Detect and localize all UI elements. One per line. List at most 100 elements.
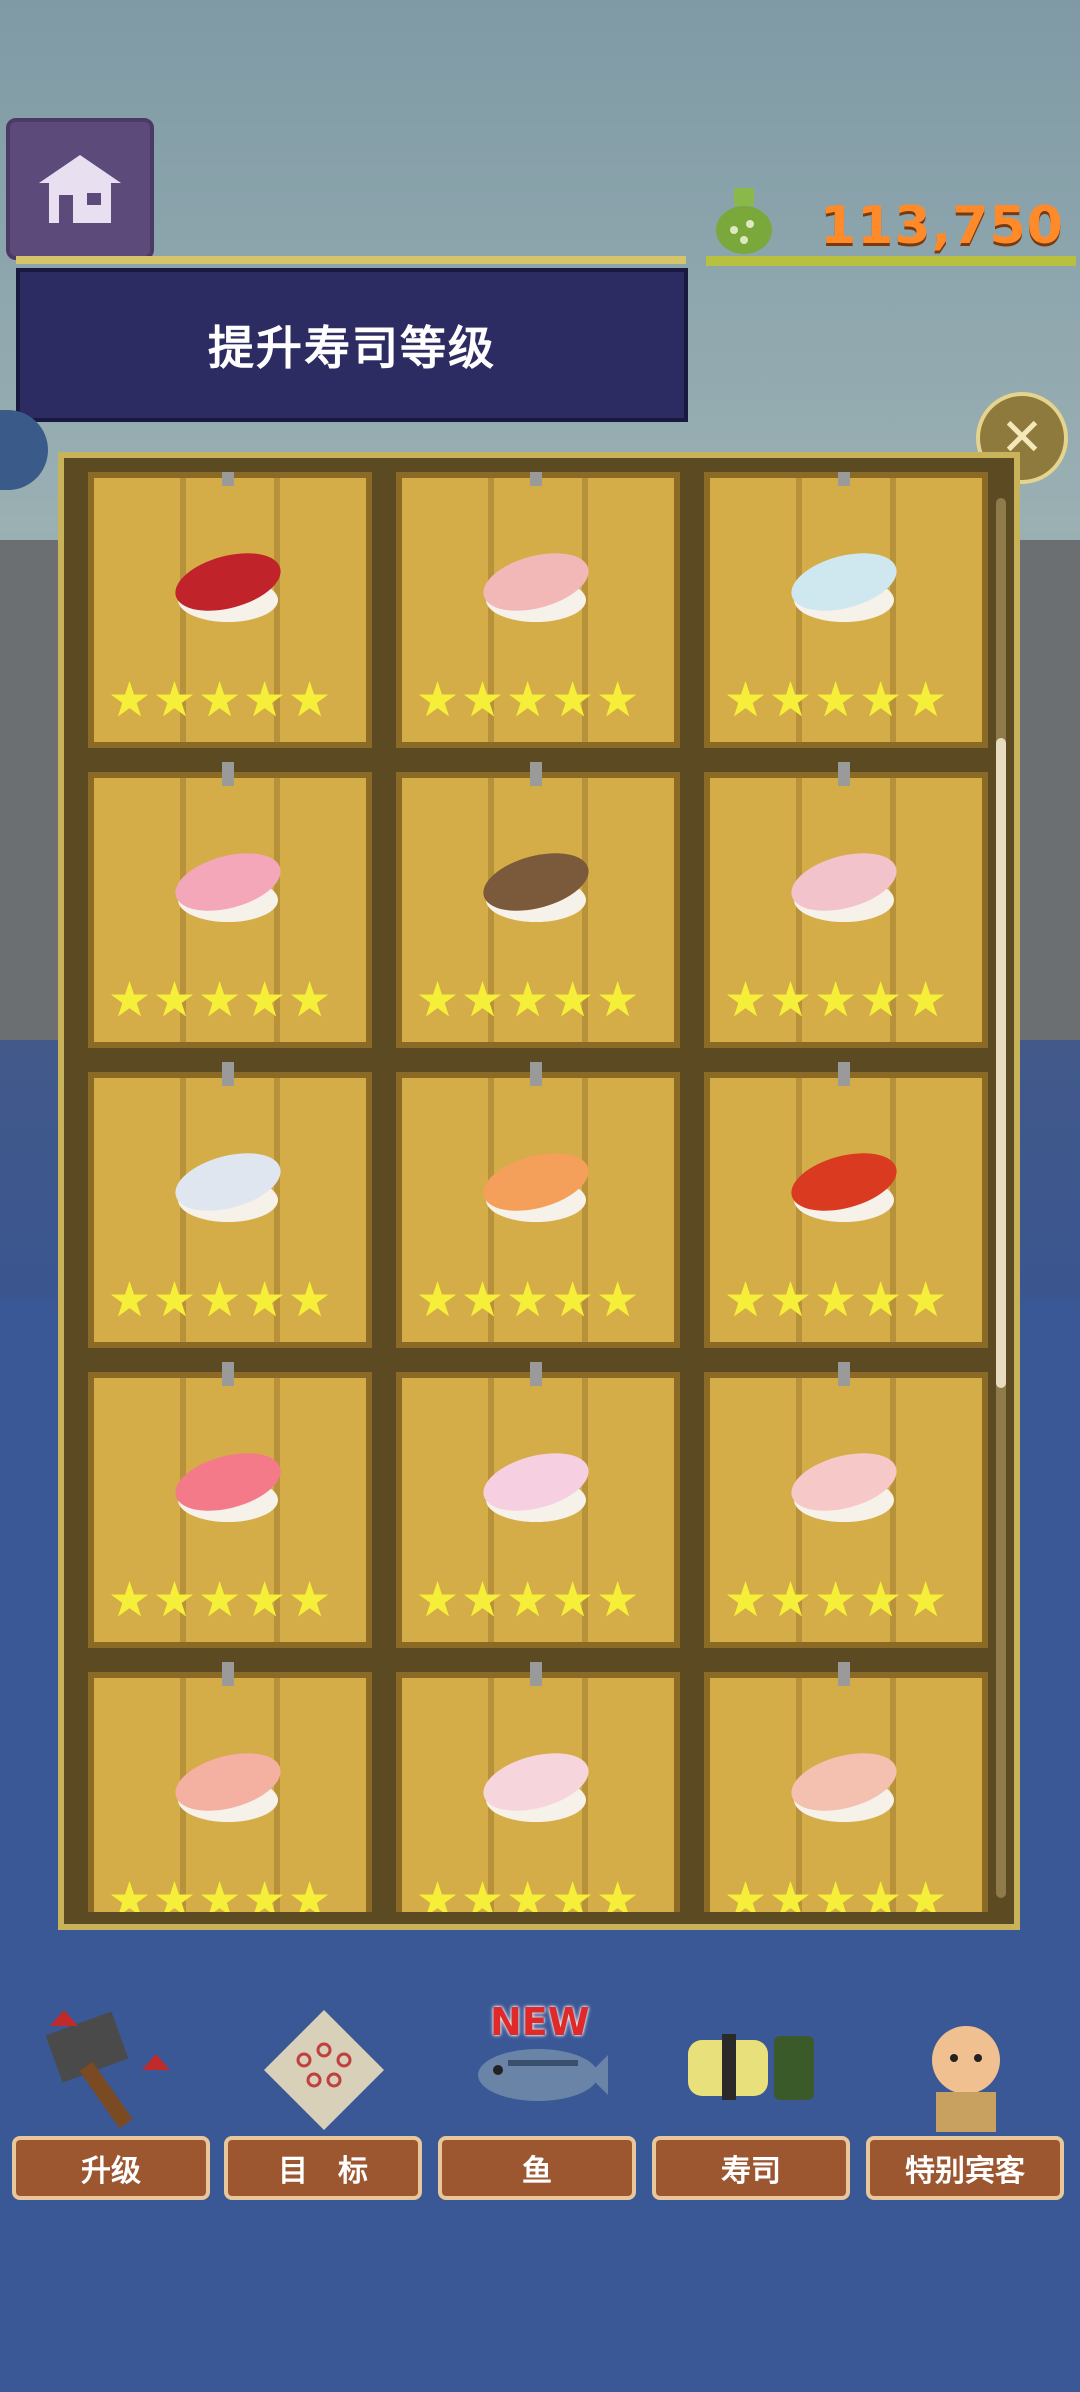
star-icon: ★ [904,972,948,1028]
star-icon: ★ [243,1572,287,1628]
star-rating: ★ ★ ★ ★ ★ [108,1276,331,1324]
target-sheet-icon [264,2010,384,2130]
guest-icon [932,2026,1000,2132]
star-icon: ★ [724,672,768,728]
card-hook [530,762,542,786]
nav-sushi[interactable]: 寿司 [652,2000,852,2200]
fish-icon [478,2049,608,2101]
star-icon: ★ [153,1272,197,1328]
star-icon: ★ [198,972,242,1028]
sushi-card-salmon-sushi[interactable]: ★ ★ ★ ★ ★ [396,1062,680,1348]
snapper-sushi-icon [791,1453,897,1522]
sushi-card-snapper-sushi[interactable]: ★ ★ ★ ★ ★ [704,1362,988,1648]
star-icon: ★ [814,1272,858,1328]
bamboo-rail [706,256,1076,266]
star-icon: ★ [198,672,242,728]
nav-guest[interactable]: 特别宾客 [866,2000,1066,2200]
star-icon: ★ [506,672,550,728]
sushi-card-squid-sushi[interactable]: ★ ★ ★ ★ ★ [704,472,988,748]
card-hook [530,1362,542,1386]
star-icon: ★ [416,1872,460,1912]
card-hook [222,1062,234,1086]
sushi-card-medium-tuna-sushi[interactable]: ★ ★ ★ ★ ★ [88,1362,372,1648]
star-rating: ★ ★ ★ ★ ★ [108,676,331,724]
mackerel-sushi-icon [175,1153,281,1222]
sushi-card-yellowtail-sushi[interactable]: ★ ★ ★ ★ ★ [88,762,372,1048]
star-icon: ★ [416,1272,460,1328]
star-icon: ★ [506,1272,550,1328]
star-icon: ★ [724,1572,768,1628]
star-rating: ★ ★ ★ ★ ★ [108,976,331,1024]
star-icon: ★ [596,972,640,1028]
star-icon: ★ [416,672,460,728]
star-icon: ★ [153,972,197,1028]
star-icon: ★ [243,1272,287,1328]
sushi-card-shrimp-sushi[interactable]: ★ ★ ★ ★ ★ [88,1662,372,1912]
star-icon: ★ [461,972,505,1028]
sweet-shrimp-sushi-icon [791,1753,897,1822]
star-icon: ★ [769,972,813,1028]
star-rating: ★ ★ ★ ★ ★ [416,1576,639,1624]
sushi-card-eel-sushi[interactable]: ★ ★ ★ ★ ★ [396,762,680,1048]
star-icon: ★ [288,1272,332,1328]
star-icon: ★ [724,972,768,1028]
star-icon: ★ [904,1572,948,1628]
sushi-card-salmon-roe-gunkan[interactable]: ★ ★ ★ ★ ★ [704,1062,988,1348]
scrollbar-thumb[interactable] [996,738,1006,1388]
money-counter: 113,750 [820,196,1064,256]
star-icon: ★ [769,1572,813,1628]
sushi-card-octopus-sushi[interactable]: ★ ★ ★ ★ ★ [704,762,988,1048]
card-hook [222,1362,234,1386]
star-icon: ★ [108,1272,152,1328]
sushi-grid: ★ ★ ★ ★ ★ ★ ★ ★ ★ ★ ★ ★ ★ ★ ★ ★ ★ ★ ★ ★ ★ ★ ★ ★ ★ ★ ★ ★ ★ ★ ★ ★ ★ ★ ★ ★ ★ ★ ★ ★… [80,472,998,1912]
star-icon: ★ [814,1872,858,1912]
star-rating: ★ ★ ★ ★ ★ [724,676,947,724]
star-icon: ★ [506,972,550,1028]
star-icon: ★ [724,1872,768,1912]
nav-target[interactable]: 目 标 [224,2000,424,2200]
card-hook [838,1062,850,1086]
star-icon: ★ [288,972,332,1028]
card-hook [222,472,234,486]
home-button[interactable] [6,118,154,260]
star-icon: ★ [769,1872,813,1912]
sushi-card-tuna-sushi[interactable]: ★ ★ ★ ★ ★ [88,472,372,748]
sushi-card-sweet-shrimp-sushi[interactable]: ★ ★ ★ ★ ★ [704,1662,988,1912]
star-icon: ★ [596,1572,640,1628]
star-icon: ★ [859,1572,903,1628]
card-hook [838,1662,850,1686]
star-icon: ★ [814,1572,858,1628]
sushi-upgrade-panel: ★ ★ ★ ★ ★ ★ ★ ★ ★ ★ ★ ★ ★ ★ ★ ★ ★ ★ ★ ★ ★ ★ ★ ★ ★ ★ ★ ★ ★ ★ ★ ★ ★ ★ ★ ★ ★ ★ ★ ★… [58,452,1020,1930]
star-icon: ★ [153,1572,197,1628]
nav-guest-label: 特别宾客 [866,2136,1064,2200]
card-hook [838,1362,850,1386]
star-rating: ★ ★ ★ ★ ★ [724,976,947,1024]
star-icon: ★ [551,672,595,728]
nav-upgrade-label: 升级 [12,2136,210,2200]
title-banner: 提升寿司等级 [16,268,688,422]
salmon-roe-gunkan-icon [791,1153,897,1222]
star-icon: ★ [596,1872,640,1912]
star-icon: ★ [506,1872,550,1912]
star-icon: ★ [243,972,287,1028]
star-icon: ★ [461,1872,505,1912]
star-icon: ★ [596,1272,640,1328]
star-icon: ★ [108,972,152,1028]
sushi-card-mackerel-sushi[interactable]: ★ ★ ★ ★ ★ [88,1062,372,1348]
card-hook [530,1062,542,1086]
sea-bream-sushi-icon [483,553,589,622]
card-hook [222,762,234,786]
star-icon: ★ [551,1272,595,1328]
nav-fish[interactable]: 鱼 [438,2000,638,2200]
star-icon: ★ [198,1572,242,1628]
sushi-grid-scroll[interactable]: ★ ★ ★ ★ ★ ★ ★ ★ ★ ★ ★ ★ ★ ★ ★ ★ ★ ★ ★ ★ ★ ★ ★ ★ ★ ★ ★ ★ ★ ★ ★ ★ ★ ★ ★ ★ ★ ★ ★ ★… [80,472,998,1912]
sushi-card-flounder-sushi[interactable]: ★ ★ ★ ★ ★ [396,1362,680,1648]
sushi-icon [688,2034,814,2100]
star-icon: ★ [416,1572,460,1628]
nav-upgrade[interactable]: 升级 [12,2000,212,2200]
star-icon: ★ [461,1572,505,1628]
sushi-card-scallop-sushi[interactable]: ★ ★ ★ ★ ★ [396,1662,680,1912]
card-hook [530,1662,542,1686]
sushi-card-sea-bream-sushi[interactable]: ★ ★ ★ ★ ★ [396,472,680,748]
medium-tuna-sushi-icon [175,1453,281,1522]
